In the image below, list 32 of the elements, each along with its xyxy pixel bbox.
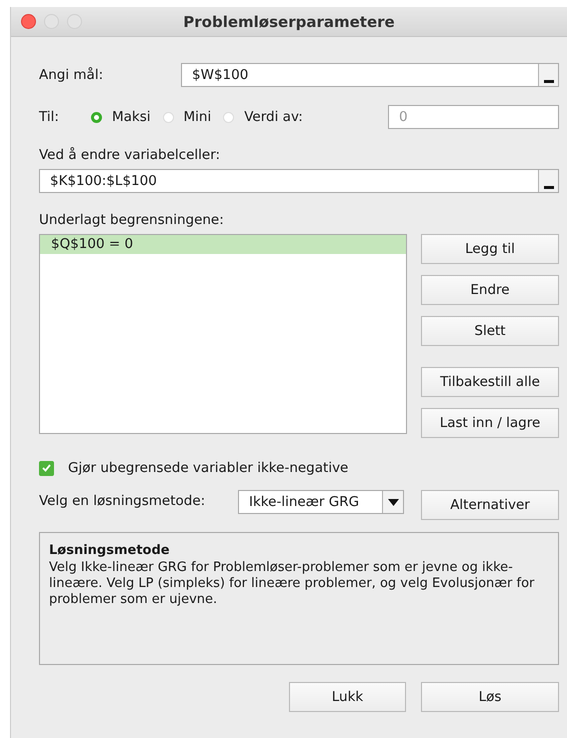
footer-button[interactable]: Løs [421,682,559,712]
radio-label: Verdi av: [244,109,303,125]
radio-label: Mini [184,109,212,125]
constraint-button[interactable]: Tilbakestill alle [421,367,559,397]
radio-button[interactable] [91,112,102,122]
options-button[interactable]: Alternativer [421,490,559,520]
constraint-button[interactable]: Legg til [421,234,559,264]
constraint-button[interactable]: Endre [421,275,559,305]
nonnegative-label: Gjør ubegrensede variabler ikke-negative [68,460,348,476]
constraints-list[interactable]: $Q$100 = 0 [39,234,407,434]
constraint-button[interactable]: Last inn / lagre [421,408,559,438]
constraints-label: Underlagt begrensningene: [39,212,225,228]
collapse-icon[interactable] [538,170,558,192]
objective-field[interactable]: $W$100 [181,63,559,87]
method-dropdown[interactable]: Ikke-lineær GRG [238,490,404,514]
window-title: Problemløserparametere [183,12,395,30]
to-label: Til: [39,109,60,125]
collapse-icon[interactable] [538,64,558,86]
checkmark-icon [42,464,51,472]
description-title: Løsningsmetode [49,543,171,558]
target-value-field[interactable]: 0 [388,105,559,129]
radio-label: Maksi [112,109,151,125]
objective-label: Angi mål: [39,67,104,83]
close-icon[interactable] [21,14,36,29]
method-label: Velg en løsningsmetode: [39,493,206,509]
checkbox[interactable] [39,460,54,476]
footer-button[interactable]: Lukk [289,682,406,712]
description-text: Velg Ikke-lineær GRG for Problemløser-problemer som er jevne og ikke-lineære. Velg LP (simpleks) for lineære problemer, og velg Evolusjonær for problemer som er ujevne. [49,560,536,608]
constraint-item[interactable]: $Q$100 = 0 [40,235,406,254]
constraint-button[interactable]: Slett [421,316,559,346]
variables-label: Ved å endre variabelceller: [39,147,222,163]
variables-field[interactable]: $K$100:$L$100 [39,169,559,193]
